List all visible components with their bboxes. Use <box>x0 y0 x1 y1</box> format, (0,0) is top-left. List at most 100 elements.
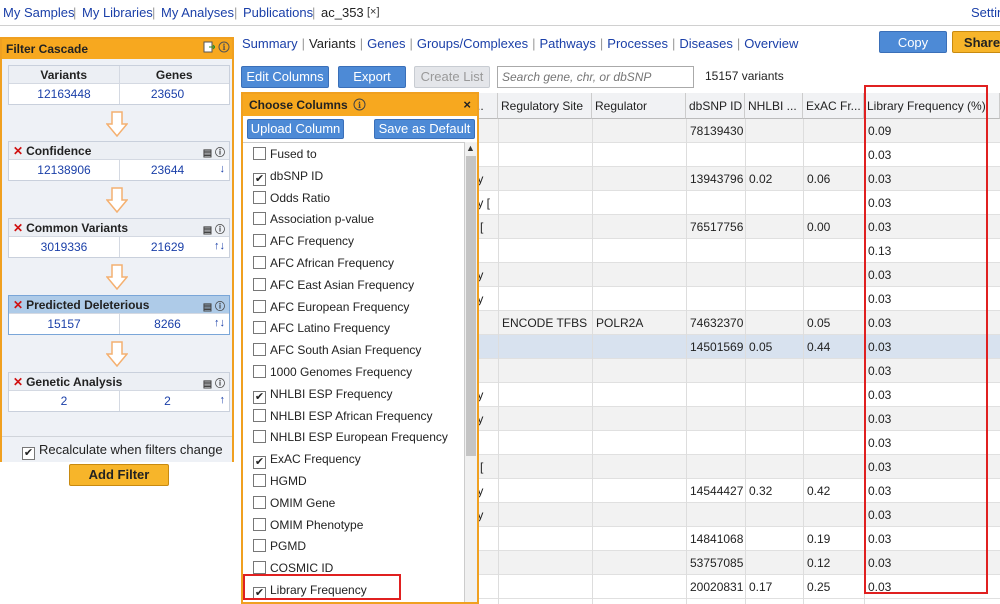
move-filter-arrows-icon[interactable]: ↑↓ <box>214 317 225 329</box>
tab-processes[interactable]: Processes <box>607 36 668 51</box>
column-option-checkbox[interactable] <box>253 495 266 509</box>
filter-genes-count[interactable]: 21629 <box>120 240 215 254</box>
share-button[interactable]: Share <box>952 31 1000 53</box>
tab-genes[interactable]: Genes <box>367 36 405 51</box>
filter-options-icon[interactable]: ▤ ⓘ <box>203 144 225 159</box>
column-option[interactable]: HGMD <box>253 474 307 488</box>
column-option-checkbox[interactable] <box>253 190 266 204</box>
filter-card-common-variants[interactable]: ✕ Common Variants ▤ ⓘ 3019336 21629 ↑↓ <box>8 218 230 258</box>
column-option[interactable]: Fused to <box>253 147 317 161</box>
column-header[interactable]: NHLBI ... <box>745 93 803 119</box>
move-filter-arrows-icon[interactable]: ↑ <box>220 394 226 406</box>
column-option[interactable]: 1000 Genomes Frequency <box>253 365 412 379</box>
column-option-checkbox[interactable] <box>253 321 266 335</box>
column-option-checkbox[interactable] <box>253 212 266 226</box>
column-option[interactable]: ✔ NHLBI ESP Frequency <box>253 387 393 404</box>
column-option[interactable]: AFC East Asian Frequency <box>253 277 414 292</box>
tab-pathways[interactable]: Pathways <box>540 36 596 51</box>
tab-diseases[interactable]: Diseases <box>679 36 732 51</box>
column-option[interactable]: NHLBI ESP African Frequency <box>253 408 433 423</box>
column-option[interactable]: OMIM Gene <box>253 495 335 510</box>
column-option-checkbox[interactable] <box>253 299 266 313</box>
column-option-checkbox[interactable] <box>253 277 266 291</box>
filter-variants-count[interactable]: 3019336 <box>9 240 119 254</box>
filter-variants-count[interactable]: 2 <box>9 394 119 408</box>
nav-my-samples[interactable]: My Samples <box>3 5 75 20</box>
nav-my-libraries[interactable]: My Libraries <box>82 5 153 20</box>
column-option[interactable]: PGMD <box>253 539 306 553</box>
tab-groups-complexes[interactable]: Groups/Complexes <box>417 36 528 51</box>
total-variants-count[interactable]: 12163448 <box>9 87 119 101</box>
filter-options-icon[interactable]: ▤ ⓘ <box>203 298 225 313</box>
filter-genes-count[interactable]: 8266 <box>120 317 215 331</box>
move-filter-arrows-icon[interactable]: ↓ <box>220 163 226 175</box>
column-option[interactable]: AFC Frequency <box>253 234 354 248</box>
column-option-checkbox[interactable] <box>253 365 266 378</box>
column-list-scrollbar[interactable]: ▲ <box>464 142 477 602</box>
recalculate-option[interactable]: ✔ Recalculate when filters change <box>22 442 223 460</box>
search-input[interactable] <box>497 66 694 88</box>
move-filter-arrows-icon[interactable]: ↑↓ <box>214 240 225 252</box>
column-option-checkbox[interactable] <box>253 539 266 553</box>
column-option-checkbox[interactable]: ✔ <box>253 456 266 470</box>
info-icon[interactable]: i <box>353 98 366 111</box>
column-option-checkbox[interactable] <box>253 256 266 269</box>
copy-button[interactable]: Copy <box>879 31 947 53</box>
filter-options-icon[interactable]: ▤ ⓘ <box>203 375 225 390</box>
info-icon[interactable]: i <box>218 41 230 53</box>
create-list-button[interactable]: Create List <box>414 66 490 88</box>
filter-card-predicted-deleterious[interactable]: ✕ Predicted Deleterious ▤ ⓘ 15157 8266 ↑↓ <box>8 295 230 335</box>
column-option[interactable]: ✔ ExAC Frequency <box>253 452 361 470</box>
filter-genes-count[interactable]: 23644 <box>120 163 215 177</box>
filter-card-confidence[interactable]: ✕ Confidence ▤ ⓘ 12138906 23644 ↓ <box>8 141 230 181</box>
upload-column-button[interactable]: Upload Column <box>247 119 344 139</box>
export-button[interactable]: Export <box>338 66 406 88</box>
close-icon[interactable]: × <box>463 97 471 112</box>
filter-genes-count[interactable]: 2 <box>120 394 215 408</box>
filter-options-icon[interactable]: ▤ ⓘ <box>203 221 225 236</box>
column-option[interactable]: Association p-value <box>253 212 374 226</box>
remove-filter-icon[interactable]: ✕ <box>13 221 23 235</box>
column-option[interactable]: ✔ dbSNP ID <box>253 169 323 186</box>
column-option-checkbox[interactable] <box>253 147 266 160</box>
column-option[interactable]: NHLBI ESP European Frequency <box>253 430 448 444</box>
save-as-default-button[interactable]: Save as Default <box>374 119 475 139</box>
filter-variants-count[interactable]: 15157 <box>9 317 119 331</box>
tab-variants[interactable]: Variants <box>309 36 356 51</box>
column-header[interactable]: ExAC Fr... <box>803 93 864 119</box>
total-genes-count[interactable]: 23650 <box>120 87 215 101</box>
filter-card-genetic-analysis[interactable]: ✕ Genetic Analysis ▤ ⓘ 2 2 ↑ <box>8 372 230 412</box>
column-option[interactable]: AFC Latino Frequency <box>253 321 390 335</box>
column-option-checkbox[interactable] <box>253 430 266 444</box>
tab-overview[interactable]: Overview <box>744 36 798 51</box>
column-option-checkbox[interactable]: ✔ <box>253 172 266 186</box>
nav-publications[interactable]: Publications <box>243 5 313 20</box>
column-option-checkbox[interactable] <box>253 517 266 531</box>
remove-filter-icon[interactable]: ✕ <box>13 144 23 158</box>
close-tab-icon[interactable]: [×] <box>367 6 380 18</box>
column-option[interactable]: AFC South Asian Frequency <box>253 343 421 357</box>
column-option-checkbox[interactable]: ✔ <box>253 390 266 404</box>
column-header[interactable]: dbSNP ID <box>686 93 745 119</box>
add-filter-button[interactable]: Add Filter <box>69 464 169 486</box>
nav-my-analyses[interactable]: My Analyses <box>161 5 234 20</box>
remove-filter-icon[interactable]: ✕ <box>13 298 23 312</box>
column-header[interactable]: Regulator <box>592 93 686 119</box>
recalculate-checkbox[interactable]: ✔ <box>22 447 35 460</box>
column-option-checkbox[interactable] <box>253 343 266 357</box>
column-option-checkbox[interactable] <box>253 408 266 422</box>
nav-document-tab[interactable]: ac_353 <box>321 5 364 20</box>
column-option[interactable]: OMIM Phenotype <box>253 517 363 532</box>
export-icon[interactable] <box>203 41 216 53</box>
column-header[interactable]: Regulatory Site <box>498 93 592 119</box>
tab-summary[interactable]: Summary <box>242 36 298 51</box>
remove-filter-icon[interactable]: ✕ <box>13 375 23 389</box>
column-option[interactable]: AFC African Frequency <box>253 256 394 270</box>
scrollbar-thumb[interactable] <box>466 156 476 456</box>
column-option-checkbox[interactable] <box>253 561 266 575</box>
column-option-checkbox[interactable] <box>253 474 266 487</box>
column-option[interactable]: Odds Ratio <box>253 190 330 205</box>
filter-variants-count[interactable]: 12138906 <box>9 163 119 177</box>
column-option-checkbox[interactable] <box>253 234 266 248</box>
column-option[interactable]: AFC European Frequency <box>253 299 409 314</box>
